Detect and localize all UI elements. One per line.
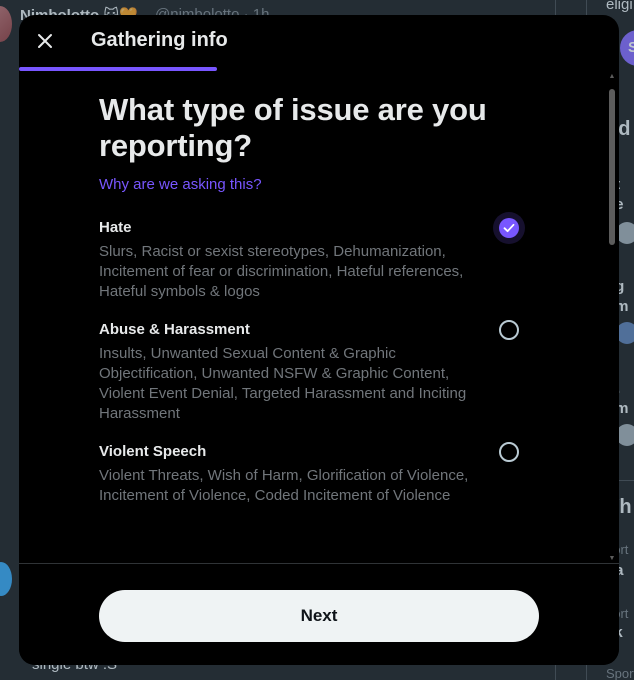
dialog-title: Gathering info — [91, 29, 228, 51]
option-hate[interactable]: Hate Slurs, Racist or sexist stereotypes… — [99, 218, 519, 302]
radio-unselected[interactable] — [499, 320, 519, 340]
option-title: Hate — [99, 219, 132, 236]
scrollbar[interactable]: ▲ ▼ — [608, 73, 616, 563]
dialog-header: Gathering info — [19, 15, 619, 71]
scrollbar-thumb[interactable] — [609, 89, 615, 245]
dialog-footer: Next — [19, 563, 619, 665]
why-asking-link[interactable]: Why are we asking this? — [99, 176, 262, 193]
option-description: Violent Threats, Wish of Harm, Glorifica… — [99, 467, 469, 504]
option-title: Violent Speech — [99, 443, 207, 460]
option-description: Insults, Unwanted Sexual Content & Graph… — [99, 345, 467, 422]
option-violent-speech[interactable]: Violent Speech Violent Threats, Wish of … — [99, 442, 519, 506]
radio-selected[interactable] — [499, 218, 519, 238]
next-button[interactable]: Next — [99, 590, 539, 642]
scroll-up-arrow-icon[interactable]: ▲ — [608, 73, 616, 81]
option-description: Slurs, Racist or sexist stereotypes, Deh… — [99, 243, 464, 300]
close-button[interactable] — [27, 23, 63, 59]
option-title: Abuse & Harassment — [99, 321, 250, 338]
scroll-down-arrow-icon[interactable]: ▼ — [608, 555, 616, 563]
radio-unselected[interactable] — [499, 442, 519, 462]
close-icon — [38, 34, 52, 48]
page-title: What type of issue are you reporting? — [99, 92, 487, 163]
option-abuse-harassment[interactable]: Abuse & Harassment Insults, Unwanted Sex… — [99, 320, 519, 424]
issue-options: Hate Slurs, Racist or sexist stereotypes… — [99, 218, 519, 506]
dialog-content[interactable]: What type of issue are you reporting? Wh… — [19, 71, 619, 563]
report-dialog: Gathering info What type of issue are yo… — [19, 15, 619, 665]
check-icon — [503, 223, 515, 233]
